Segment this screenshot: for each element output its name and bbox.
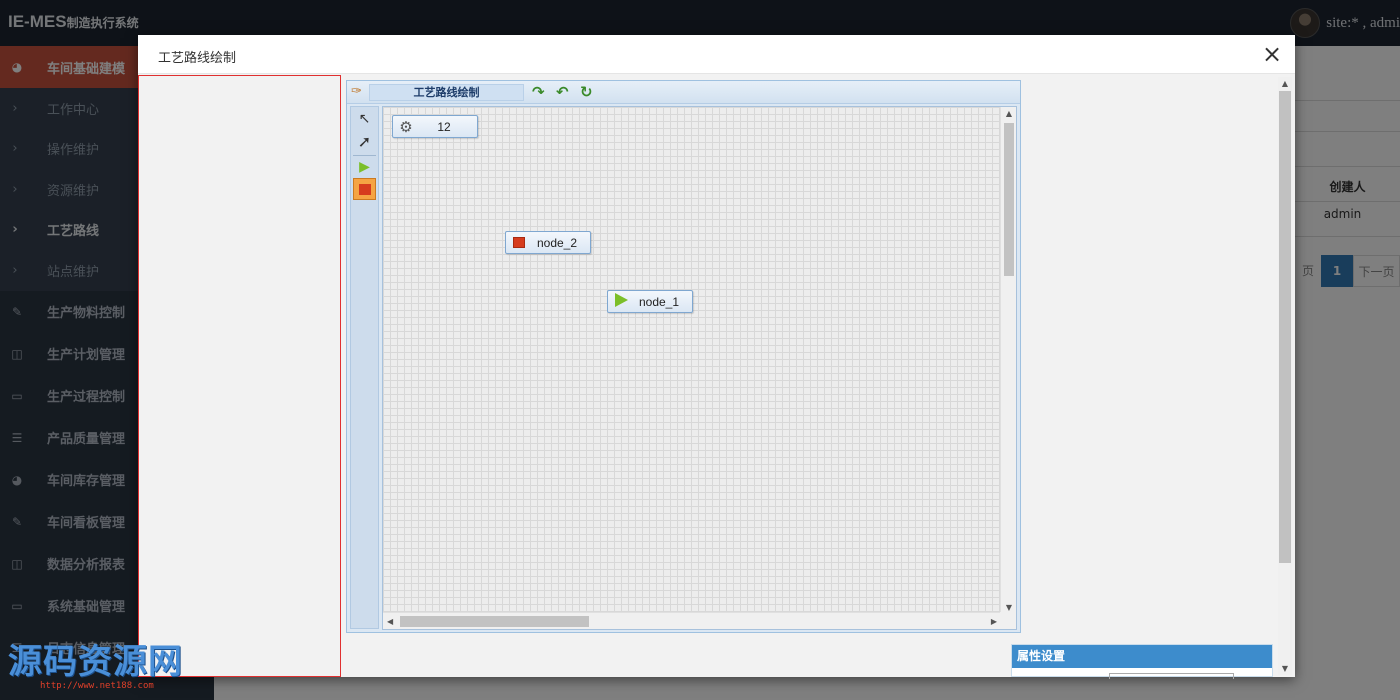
play-icon [610, 293, 632, 310]
refresh-icon[interactable]: ↻ [580, 83, 593, 101]
connect-arrow-icon[interactable]: ➚ [353, 131, 376, 153]
scroll-up-icon[interactable]: ▲ [1001, 109, 1016, 118]
node-label: 12 [437, 119, 451, 134]
select-cursor-icon[interactable]: ↖ [353, 108, 376, 130]
undo-icon[interactable]: ↷ [532, 83, 545, 101]
watermark-url: http://www.net188.com [40, 681, 154, 691]
gear-icon: ⚙ [399, 118, 413, 136]
designer-canvas[interactable]: ⚙ 12 node_2 node_1 ▲ ▼ ◀ ▶ [382, 106, 1017, 630]
scroll-down-icon[interactable]: ▼ [1001, 603, 1016, 612]
node-label: node_2 [536, 235, 578, 250]
node-label: node_1 [638, 294, 680, 309]
property-panel: 属性设置 [1011, 644, 1273, 679]
property-input[interactable] [1109, 673, 1234, 679]
watermark-text: 源码资源网 [8, 642, 183, 682]
property-panel-title: 属性设置 [1012, 645, 1272, 668]
modal-header: 工艺路线绘制 × [138, 35, 1295, 74]
scroll-corner [1000, 612, 1016, 629]
scroll-up-icon[interactable]: ▲ [1278, 79, 1292, 88]
scroll-right-icon[interactable]: ▶ [991, 613, 997, 629]
scroll-thumb[interactable] [1279, 91, 1291, 563]
scroll-thumb[interactable] [400, 616, 589, 627]
scroll-thumb[interactable] [1004, 123, 1014, 276]
scroll-down-icon[interactable]: ▼ [1278, 664, 1292, 673]
designer-toolbar: ✑ 工艺路线绘制 ↷ ↶ ↻ [347, 81, 1020, 104]
end-node-icon[interactable] [353, 178, 376, 200]
stop-icon [508, 235, 530, 251]
left-panel [138, 75, 341, 677]
tag-icon: ✑ [351, 84, 362, 99]
modal-scrollbar[interactable]: ▲ ▼ [1278, 77, 1292, 675]
canvas-horizontal-scrollbar[interactable]: ◀ ▶ [383, 612, 1001, 629]
modal-title: 工艺路线绘制 [158, 51, 237, 66]
designer-title: 工艺路线绘制 [369, 84, 524, 101]
redo-icon[interactable]: ↶ [556, 83, 569, 101]
flow-node-start[interactable]: node_1 [607, 290, 693, 313]
scroll-left-icon[interactable]: ◀ [387, 613, 393, 629]
routing-draw-modal: 工艺路线绘制 × ✑ 工艺路线绘制 ↷ ↶ ↻ ↖ ➚ ▶ ⚙ 12 node_… [138, 35, 1295, 679]
designer-tool-palette: ↖ ➚ ▶ [350, 106, 379, 629]
flow-node-end[interactable]: node_2 [505, 231, 591, 254]
flow-node-task[interactable]: ⚙ 12 [392, 115, 478, 138]
flow-designer: ✑ 工艺路线绘制 ↷ ↶ ↻ ↖ ➚ ▶ ⚙ 12 node_2 node_1 … [346, 80, 1021, 633]
start-node-icon[interactable]: ▶ [353, 156, 376, 178]
close-icon[interactable]: × [1259, 41, 1285, 67]
canvas-vertical-scrollbar[interactable]: ▲ ▼ [1000, 107, 1016, 614]
